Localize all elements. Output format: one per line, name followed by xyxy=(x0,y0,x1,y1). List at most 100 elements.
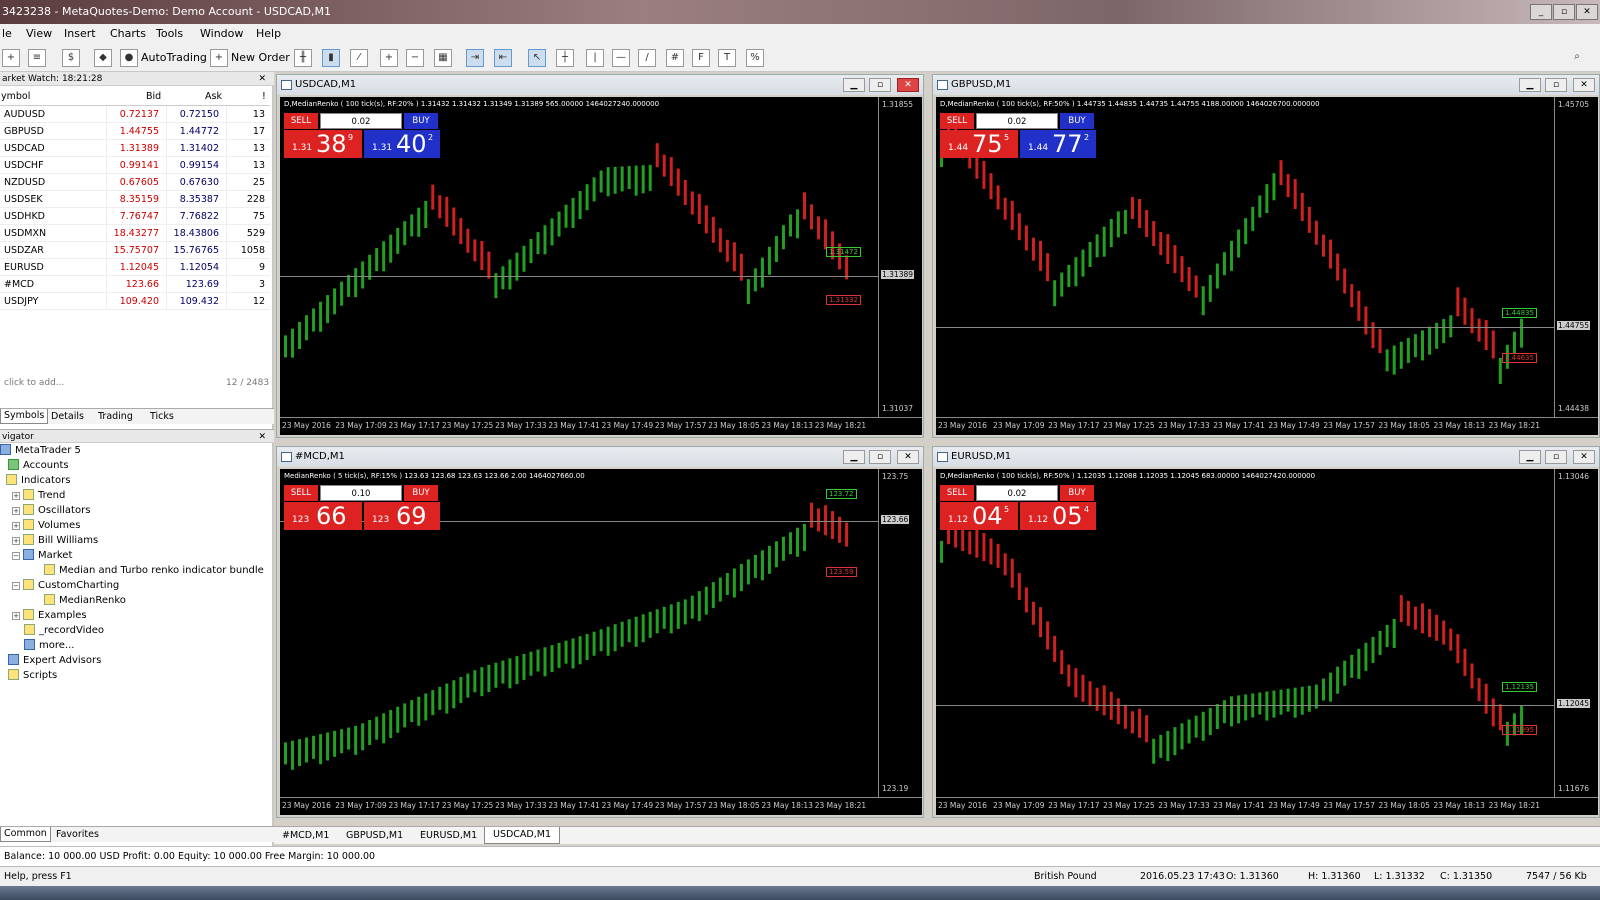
chart-window-mcd[interactable]: #MCD,M1 ▁ ▫ ✕ MedianRenko ( 5 tick(s), RF:15… xyxy=(276,446,924,818)
chart-plot[interactable]: D,MedianRenko ( 100 tick(s), RF:20% ) 1.… xyxy=(280,97,922,435)
new-chart-icon[interactable]: + xyxy=(2,49,20,67)
market-watch-icon[interactable]: $ xyxy=(62,49,80,67)
vertical-line-icon[interactable]: | xyxy=(586,49,604,67)
chart-shift-icon[interactable]: ⇤ xyxy=(494,49,512,67)
zoom-in-icon[interactable]: + xyxy=(380,49,398,67)
collapse-icon[interactable]: − xyxy=(12,552,20,560)
nav-more[interactable]: more... xyxy=(24,638,74,653)
table-row[interactable]: AUDUSD 0.72137 0.72150 13 xyxy=(0,106,270,123)
chart-close-button[interactable]: ✕ xyxy=(1573,450,1595,464)
nav-scripts[interactable]: Scripts xyxy=(8,668,57,683)
crosshair-icon[interactable]: ┼ xyxy=(556,49,574,67)
shapes-icon[interactable]: % xyxy=(746,49,764,67)
chart-caption[interactable]: USDCAD,M1 ▁ ▫ ✕ xyxy=(277,75,923,95)
chart-close-button[interactable]: ✕ xyxy=(897,78,919,92)
lot-size-input[interactable]: 0.10 xyxy=(320,485,402,501)
menu-charts[interactable]: Charts xyxy=(110,27,146,40)
buy-button[interactable]: BUY xyxy=(1060,485,1094,501)
trendline-icon[interactable]: / xyxy=(638,49,656,67)
table-row[interactable]: USDZAR 15.75707 15.76765 1058 xyxy=(0,242,270,259)
nav-trend[interactable]: + Trend xyxy=(12,488,65,503)
ask-price-button[interactable]: 123 69 xyxy=(364,502,440,530)
chart-close-button[interactable]: ✕ xyxy=(1573,78,1595,92)
text-icon[interactable]: T xyxy=(718,49,736,67)
nav-examples[interactable]: + Examples xyxy=(12,608,87,623)
chart-window-eurusd[interactable]: EURUSD,M1 ▁ ▫ ✕ D,MedianRenko ( 100 tick(s),… xyxy=(932,446,1600,818)
menu-file[interactable]: le xyxy=(2,27,12,40)
nav-volumes[interactable]: + Volumes xyxy=(12,518,80,533)
chart-maximize-button[interactable]: ▫ xyxy=(1545,78,1567,92)
chart-maximize-button[interactable]: ▫ xyxy=(869,450,891,464)
nav-metatrader5[interactable]: MetaTrader 5 xyxy=(0,443,81,458)
chart-tab-usdcad[interactable]: USDCAD,M1 xyxy=(484,827,561,844)
nav-renko-bundle[interactable]: Median and Turbo renko indicator bundle xyxy=(44,563,264,578)
menu-tools[interactable]: Tools xyxy=(156,27,183,40)
auto-scroll-icon[interactable]: ⇥ xyxy=(466,49,484,67)
chart-plot[interactable]: D,MedianRenko ( 100 tick(s), RF:50% ) 1.… xyxy=(936,97,1598,435)
chart-close-button[interactable]: ✕ xyxy=(897,450,919,464)
new-order-button[interactable]: New Order xyxy=(231,48,290,68)
close-button[interactable]: ✕ xyxy=(1576,4,1598,20)
tab-details[interactable]: Details xyxy=(51,411,84,422)
menu-window[interactable]: Window xyxy=(200,27,243,40)
expand-icon[interactable]: + xyxy=(12,537,20,545)
table-row[interactable]: USDHKD 7.76747 7.76822 75 xyxy=(0,208,270,225)
tab-common[interactable]: Common xyxy=(0,827,51,842)
profiles-icon[interactable]: ≡ xyxy=(28,49,46,67)
minimize-button[interactable]: _ xyxy=(1530,4,1552,20)
col-symbol[interactable]: ymbol xyxy=(1,88,30,106)
sell-button[interactable]: SELL xyxy=(284,485,318,501)
tile-windows-icon[interactable]: ▦ xyxy=(434,49,452,67)
nav-bill-williams[interactable]: + Bill Williams xyxy=(12,533,98,548)
menu-insert[interactable]: Insert xyxy=(64,27,96,40)
col-bid[interactable]: Bid xyxy=(146,88,161,106)
table-row[interactable]: #MCD 123.66 123.69 3 xyxy=(0,276,270,293)
sell-button[interactable]: SELL xyxy=(940,113,974,129)
maximize-button[interactable]: ▫ xyxy=(1553,4,1575,20)
chart-maximize-button[interactable]: ▫ xyxy=(1545,450,1567,464)
buy-button[interactable]: BUY xyxy=(1060,113,1094,129)
bid-price-button[interactable]: 1.12 04 5 xyxy=(940,502,1018,530)
fibonacci-icon[interactable]: F xyxy=(692,49,710,67)
candlestick-icon[interactable]: ▮ xyxy=(322,49,340,67)
chart-tab-mcd[interactable]: #MCD,M1 xyxy=(282,830,329,841)
expand-icon[interactable]: + xyxy=(12,522,20,530)
search-icon[interactable]: ⌕ xyxy=(1568,49,1586,67)
chart-minimize-button[interactable]: ▁ xyxy=(843,450,865,464)
expand-icon[interactable]: + xyxy=(12,507,20,515)
metaeditor-icon[interactable]: ◆ xyxy=(94,49,112,67)
chart-plot[interactable]: D,MedianRenko ( 100 tick(s), RF:50% ) 1.… xyxy=(936,469,1598,815)
nav-indicators[interactable]: Indicators xyxy=(6,473,70,488)
table-row[interactable]: USDMXN 18.43277 18.43806 529 xyxy=(0,225,270,242)
collapse-icon[interactable]: − xyxy=(12,582,20,590)
cursor-icon[interactable]: ↖ xyxy=(528,49,546,67)
col-ask[interactable]: Ask xyxy=(205,88,222,106)
chart-tab-gbpusd[interactable]: GBPUSD,M1 xyxy=(346,830,403,841)
sell-button[interactable]: SELL xyxy=(940,485,974,501)
table-row[interactable]: USDJPY 109.420 109.432 12 xyxy=(0,293,270,310)
ask-price-button[interactable]: 1.12 05 4 xyxy=(1020,502,1096,530)
menu-view[interactable]: View xyxy=(26,27,52,40)
buy-button[interactable]: BUY xyxy=(404,113,438,129)
table-row[interactable]: NZDUSD 0.67605 0.67630 25 xyxy=(0,174,270,191)
click-to-add[interactable]: click to add... xyxy=(4,378,64,388)
chart-window-gbpusd[interactable]: GBPUSD,M1 ▁ ▫ ✕ D,MedianRenko ( 100 tick(s),… xyxy=(932,74,1600,438)
chart-caption[interactable]: GBPUSD,M1 ▁ ▫ ✕ xyxy=(933,75,1599,95)
nav-recordvideo[interactable]: _recordVideo xyxy=(24,623,104,638)
price-axis[interactable]: 1.31855 1.31389 1.31037 xyxy=(878,97,920,417)
chart-minimize-button[interactable]: ▁ xyxy=(843,78,865,92)
ask-price-button[interactable]: 1.44 77 2 xyxy=(1020,130,1096,158)
menu-help[interactable]: Help xyxy=(256,27,281,40)
bid-price-button[interactable]: 123 66 xyxy=(284,502,362,530)
nav-accounts[interactable]: Accounts xyxy=(8,458,69,473)
tab-symbols[interactable]: Symbols xyxy=(0,409,49,424)
tab-trading[interactable]: Trading xyxy=(98,411,133,422)
bid-price-button[interactable]: 1.44 75 5 xyxy=(940,130,1018,158)
chart-tab-eurusd[interactable]: EURUSD,M1 xyxy=(420,830,477,841)
table-row[interactable]: USDCHF 0.99141 0.99154 13 xyxy=(0,157,270,174)
table-row[interactable]: USDSEK 8.35159 8.35387 228 xyxy=(0,191,270,208)
lot-size-input[interactable]: 0.02 xyxy=(976,485,1058,501)
nav-medianrenko[interactable]: MedianRenko xyxy=(44,593,126,608)
price-axis[interactable]: 1.45705 1.44755 1.44438 xyxy=(1554,97,1596,417)
lot-size-input[interactable]: 0.02 xyxy=(320,113,402,129)
